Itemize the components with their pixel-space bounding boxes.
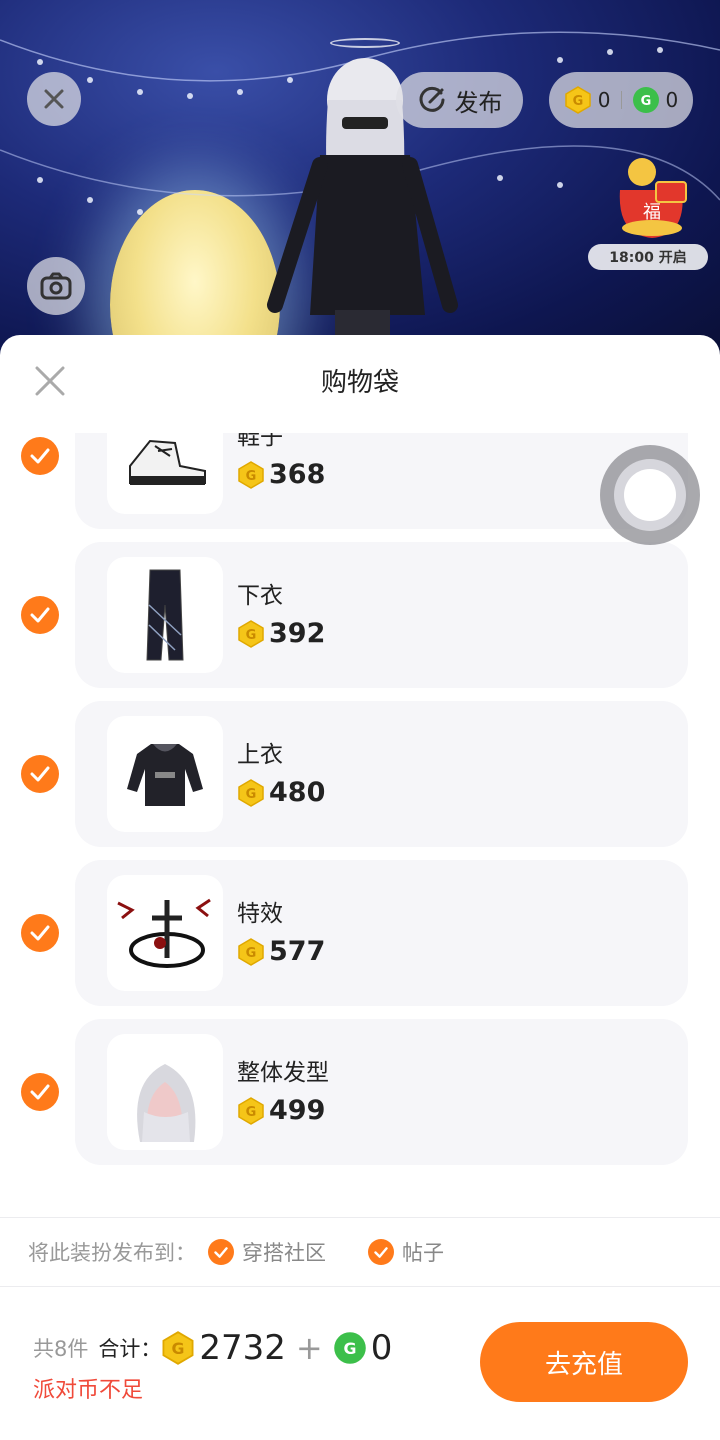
publish-button[interactable]: 发布 [396, 72, 523, 128]
camera-icon [40, 272, 72, 300]
item-price: G 368 [237, 459, 325, 490]
svg-text:福: 福 [643, 202, 661, 223]
plus-sign: + [295, 1329, 323, 1367]
svg-text:G: G [246, 1105, 257, 1120]
item-card[interactable]: 鞋子 G 368 [75, 433, 688, 529]
item-price: G 499 [237, 1095, 325, 1126]
total-label: 合计： [98, 1337, 162, 1361]
lucky-bag-event-icon[interactable]: 福 [612, 150, 690, 242]
assistive-core [624, 469, 676, 521]
svg-text:G: G [246, 787, 257, 802]
gold-coin-icon: G [238, 619, 264, 648]
halo-ring [330, 38, 400, 48]
item-checkbox[interactable] [21, 914, 59, 952]
item-price-value: 368 [269, 459, 326, 490]
effect-thumbnail [107, 875, 223, 991]
publish-icon [419, 86, 444, 112]
gold-balance: 0 [597, 88, 611, 112]
green-balance: 0 [665, 88, 679, 112]
hairstyle-thumbnail [107, 1034, 223, 1150]
item-card[interactable]: 下衣 G 392 [75, 542, 688, 688]
floating-assistive-button[interactable] [600, 445, 700, 545]
gold-coin-icon: G [238, 778, 264, 807]
svg-text:G: G [572, 94, 583, 109]
cart-item[interactable]: 特效 G 577 [0, 860, 720, 1006]
camera-button[interactable] [27, 257, 85, 315]
hoodie-thumbnail [107, 716, 223, 832]
item-checkbox[interactable] [21, 437, 59, 475]
checkmark-icon [368, 1239, 394, 1265]
item-price: G 480 [237, 777, 325, 808]
item-price: G 577 [237, 936, 325, 967]
svg-text:G: G [246, 946, 257, 961]
total-line: 共8件 合计： G 2732 + G 0 [33, 1328, 392, 1368]
cart-item-list[interactable]: 鞋子 G 368 下衣 G 392 上衣 G 480 特效 G 577 整体发型… [0, 433, 720, 1183]
svg-text:G: G [343, 1339, 356, 1358]
publish-option-post[interactable]: 帖子 [368, 1237, 444, 1267]
green-coin-icon: G [333, 1332, 366, 1364]
svg-text:G: G [640, 94, 651, 109]
checkmark-icon [208, 1239, 234, 1265]
item-card[interactable]: 特效 G 577 [75, 860, 688, 1006]
assistive-ring [614, 459, 686, 531]
item-name: 整体发型 [237, 1060, 329, 1086]
publish-label: 发布 [454, 88, 503, 117]
item-name: 下衣 [237, 583, 283, 609]
gold-coin-icon: G [238, 937, 264, 966]
checkmark-icon [30, 607, 50, 623]
publish-to-label: 将此装扮发布到： [28, 1241, 196, 1265]
publish-option-label: 帖子 [402, 1241, 444, 1265]
publish-destination-row: 将此装扮发布到： 穿搭社区 帖子 [28, 1237, 444, 1267]
pants-thumbnail [107, 557, 223, 673]
gold-coin-icon: G [162, 1331, 194, 1365]
recharge-button[interactable]: 去充值 [480, 1322, 688, 1402]
item-name: 特效 [237, 901, 283, 927]
checkmark-icon [30, 1084, 50, 1100]
gold-total: 2732 [199, 1328, 286, 1368]
shoes-thumbnail [107, 433, 223, 514]
gold-coin-icon: G [238, 1096, 264, 1125]
item-price: G 392 [237, 618, 325, 649]
divider [0, 1286, 720, 1287]
insufficient-balance-warning: 派对币不足 [33, 1378, 144, 1403]
close-icon [44, 89, 64, 109]
gold-coin-icon: G [565, 86, 591, 114]
cart-item[interactable]: 上衣 G 480 [0, 701, 720, 847]
cart-item[interactable]: 整体发型 G 499 [0, 1019, 720, 1165]
item-price-value: 392 [269, 618, 326, 649]
divider [0, 1217, 720, 1218]
green-coin-icon: G [632, 87, 659, 113]
checkmark-icon [30, 448, 50, 464]
item-card[interactable]: 上衣 G 480 [75, 701, 688, 847]
close-scene-button[interactable] [27, 72, 81, 126]
balance-separator [620, 91, 622, 109]
svg-text:G: G [246, 469, 257, 484]
sheet-header: 购物袋 [0, 335, 720, 425]
item-name: 上衣 [237, 742, 283, 768]
item-price-value: 577 [269, 936, 326, 967]
event-timer-badge: 18:00 开启 [588, 244, 708, 270]
svg-text:G: G [246, 628, 257, 643]
svg-text:G: G [172, 1339, 185, 1358]
checkmark-icon [30, 925, 50, 941]
balance-button[interactable]: G 0 G 0 [549, 72, 693, 128]
publish-option-label: 穿搭社区 [242, 1241, 326, 1265]
item-checkbox[interactable] [21, 596, 59, 634]
item-price-value: 480 [269, 777, 326, 808]
item-name: 鞋子 [237, 433, 283, 450]
cart-item[interactable]: 下衣 G 392 [0, 542, 720, 688]
item-card[interactable]: 整体发型 G 499 [75, 1019, 688, 1165]
green-total: 0 [370, 1328, 393, 1368]
publish-option-community[interactable]: 穿搭社区 [208, 1237, 326, 1267]
item-count: 共8件 [33, 1337, 89, 1361]
gold-coin-icon: G [238, 460, 264, 489]
item-checkbox[interactable] [21, 755, 59, 793]
item-checkbox[interactable] [21, 1073, 59, 1111]
checkmark-icon [30, 766, 50, 782]
avatar-scene: 福 发布 G 0 G 0 18:00 开启 [0, 0, 720, 360]
sheet-title: 购物袋 [320, 368, 399, 398]
item-price-value: 499 [269, 1095, 326, 1126]
checkout-footer: 共8件 合计： G 2732 + G 0 派对币不足 去充值 [0, 1320, 720, 1440]
